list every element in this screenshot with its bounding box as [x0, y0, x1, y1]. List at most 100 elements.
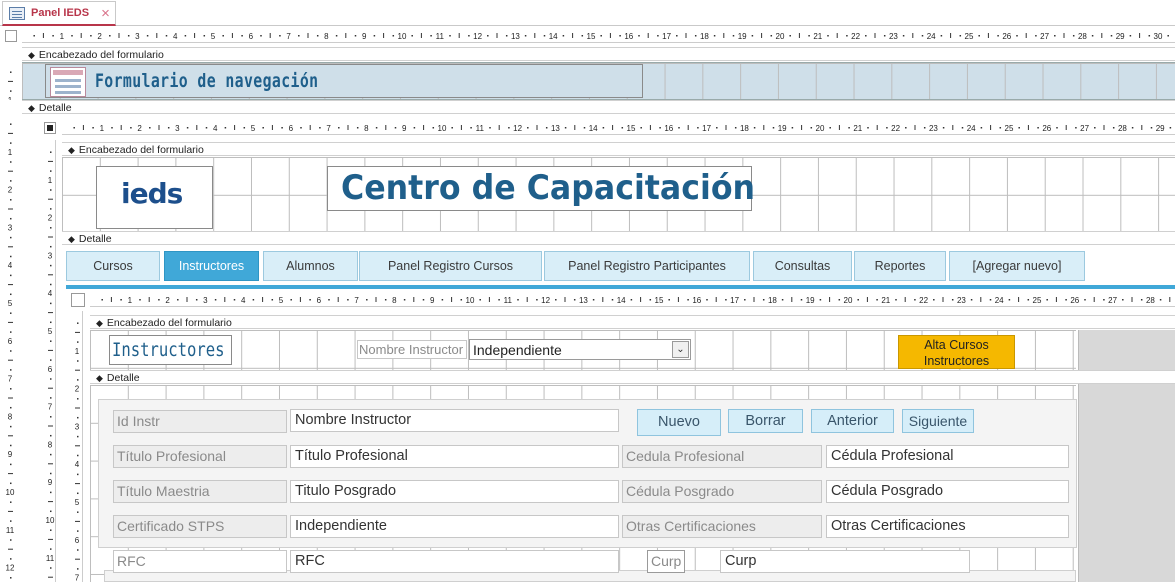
svg-text:2: 2	[137, 124, 142, 133]
section-detail-subform[interactable]: ◆ Detalle	[90, 370, 1175, 384]
svg-text:6: 6	[75, 536, 80, 545]
tab-cursos[interactable]: Cursos	[66, 251, 160, 281]
svg-text:2: 2	[75, 385, 80, 394]
svg-text:7: 7	[286, 32, 291, 41]
svg-text:3: 3	[8, 223, 13, 232]
filter-combo[interactable]: Independiente ⌄	[469, 339, 691, 360]
ieds-logo: ieds	[96, 166, 213, 229]
svg-text:11: 11	[504, 296, 513, 305]
svg-text:13: 13	[579, 296, 588, 305]
svg-text:6: 6	[317, 296, 322, 305]
svg-text:4: 4	[241, 296, 246, 305]
rfc-field[interactable]: RFC	[290, 550, 619, 573]
filter-label: Nombre Instructor	[357, 340, 467, 359]
section-header-nav[interactable]: ◆ Encabezado del formulario	[62, 142, 1175, 156]
svg-text:18: 18	[700, 32, 709, 41]
svg-text:11: 11	[6, 526, 15, 535]
svg-text:3: 3	[48, 251, 53, 260]
section-header-subform[interactable]: ◆ Encabezado del formulario	[90, 315, 1175, 329]
horizontal-ruler-outer: 1 2 3 4 5 6 7 8 9 10 11 12 13 14 15 16 17 18 19 20 21 22 23 24 2…	[22, 29, 1175, 43]
horizontal-ruler-subform: 1 2 3 4 5 6 7 8 9 10 11 12 13 14 15 16 17 18 19 20 21 22 23 24 2…	[90, 293, 1175, 307]
tab-panel-registro-participantes[interactable]: Panel Registro Participantes	[544, 251, 750, 281]
svg-text:16: 16	[692, 296, 701, 305]
svg-text:7: 7	[48, 403, 53, 412]
svg-text:4: 4	[213, 124, 218, 133]
svg-text:12: 12	[513, 124, 522, 133]
cedula-profesional-field[interactable]: Cédula Profesional	[826, 445, 1069, 468]
svg-text:7: 7	[354, 296, 359, 305]
svg-text:9: 9	[362, 32, 367, 41]
tab-strip	[0, 0, 1175, 26]
svg-text:14: 14	[617, 296, 626, 305]
svg-text:8: 8	[48, 440, 53, 449]
svg-text:15: 15	[655, 296, 664, 305]
svg-text:12: 12	[473, 32, 482, 41]
otras-certificaciones-field[interactable]: Otras Certificaciones	[826, 515, 1069, 538]
svg-text:11: 11	[476, 124, 485, 133]
certificado-stps-field[interactable]: Independiente	[290, 515, 619, 538]
section-detail-nav[interactable]: ◆ Detalle	[62, 231, 1175, 245]
tab-agregar-nuevo[interactable]: [Agregar nuevo]	[949, 251, 1085, 281]
svg-text:8: 8	[324, 32, 329, 41]
svg-text:1: 1	[8, 96, 13, 100]
svg-text:5: 5	[211, 32, 216, 41]
cedula-posgrado-field[interactable]: Cédula Posgrado	[826, 480, 1069, 503]
svg-text:25: 25	[965, 32, 974, 41]
nombre-instructor-field[interactable]: Nombre Instructor	[290, 409, 619, 432]
svg-text:27: 27	[1080, 124, 1089, 133]
svg-text:22: 22	[851, 32, 860, 41]
svg-text:26: 26	[1070, 296, 1079, 305]
certificado-stps-label: Certificado STPS	[113, 515, 287, 538]
svg-text:24: 24	[995, 296, 1004, 305]
svg-text:23: 23	[957, 296, 966, 305]
svg-text:14: 14	[589, 124, 598, 133]
svg-text:20: 20	[844, 296, 853, 305]
svg-text:28: 28	[1078, 32, 1087, 41]
svg-text:20: 20	[816, 124, 825, 133]
ruler-corner	[5, 30, 17, 42]
tab-consultas[interactable]: Consultas	[753, 251, 852, 281]
svg-text:30: 30	[1154, 32, 1163, 41]
siguiente-button[interactable]: Siguiente	[902, 409, 974, 433]
nuevo-button[interactable]: Nuevo	[637, 409, 721, 436]
svg-text:10: 10	[398, 32, 407, 41]
document-tab[interactable]: Panel IEDS ×	[2, 1, 116, 26]
svg-text:8: 8	[392, 296, 397, 305]
svg-text:10: 10	[46, 516, 55, 525]
svg-text:11: 11	[46, 554, 55, 563]
svg-text:19: 19	[806, 296, 815, 305]
section-header-outer[interactable]: ◆ Encabezado del formulario	[22, 47, 1175, 61]
svg-text:3: 3	[135, 32, 140, 41]
cedula-profesional-label: Cedula Profesional	[622, 445, 822, 468]
borrar-button[interactable]: Borrar	[728, 409, 803, 433]
svg-text:6: 6	[8, 337, 13, 346]
alta-cursos-button[interactable]: Alta Cursos Instructores	[898, 335, 1015, 369]
svg-text:21: 21	[813, 32, 822, 41]
section-detail-outer[interactable]: ◆ Detalle	[22, 100, 1175, 114]
titulo-posgrado-field[interactable]: Titulo Posgrado	[290, 480, 619, 503]
svg-text:17: 17	[702, 124, 711, 133]
subform-gray-right	[1078, 330, 1175, 582]
svg-text:5: 5	[75, 498, 80, 507]
svg-text:2: 2	[8, 186, 13, 195]
chevron-down-icon[interactable]: ⌄	[672, 341, 689, 358]
tab-instructores[interactable]: Instructores	[164, 251, 259, 281]
tab-alumnos[interactable]: Alumnos	[263, 251, 358, 281]
svg-text:29: 29	[1116, 32, 1125, 41]
curp-field[interactable]: Curp	[720, 550, 970, 573]
svg-text:21: 21	[853, 124, 862, 133]
close-icon[interactable]: ×	[101, 5, 110, 22]
svg-text:5: 5	[48, 327, 53, 336]
svg-text:16: 16	[664, 124, 673, 133]
svg-text:8: 8	[364, 124, 369, 133]
anterior-button[interactable]: Anterior	[811, 409, 894, 433]
svg-text:5: 5	[251, 124, 256, 133]
svg-text:9: 9	[8, 450, 13, 459]
svg-text:4: 4	[8, 261, 13, 270]
filter-combo-value: Independiente	[473, 342, 562, 358]
tab-reportes[interactable]: Reportes	[854, 251, 946, 281]
tab-panel-registro-cursos[interactable]: Panel Registro Cursos	[359, 251, 542, 281]
svg-text:13: 13	[511, 32, 520, 41]
titulo-profesional-field[interactable]: Título Profesional	[290, 445, 619, 468]
svg-text:12: 12	[6, 564, 15, 573]
